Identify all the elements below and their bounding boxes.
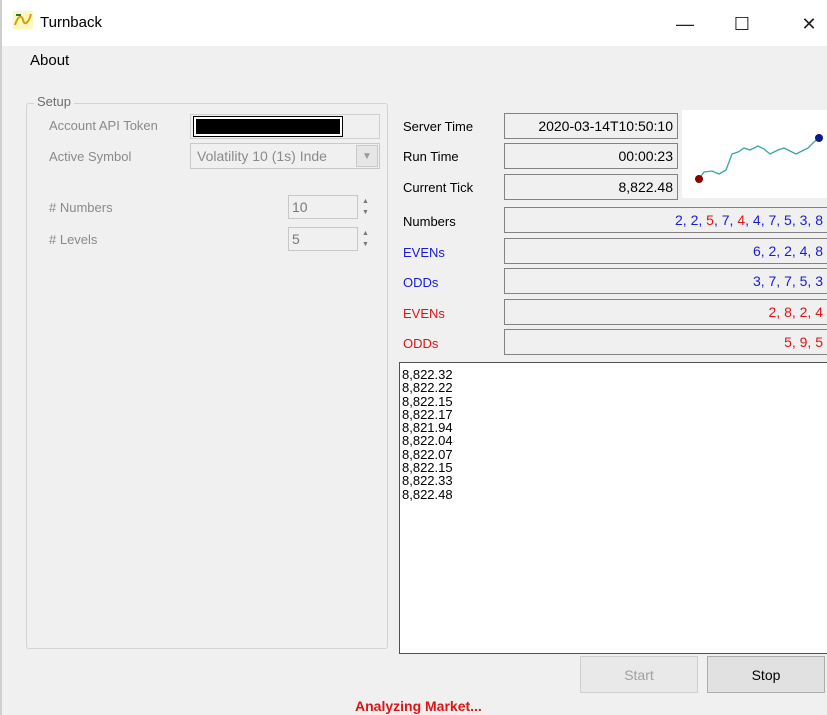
run-time-field: 00:00:23: [504, 143, 678, 169]
odds-red-label: ODDs: [403, 336, 439, 351]
stop-button[interactable]: Stop: [707, 656, 825, 693]
evens-red-field: 2, 8, 2, 4: [504, 299, 827, 325]
numbers-label: Numbers: [403, 214, 456, 229]
symbol-label: Active Symbol: [49, 149, 132, 164]
levels-count-label: # Levels: [49, 232, 98, 247]
numbers-stepper-arrows-icon[interactable]: ▲ ▼: [357, 196, 373, 218]
sparkline-end-point: [815, 134, 823, 142]
list-item: 8,822.04: [402, 433, 453, 449]
number-digit: 4: [752, 212, 761, 228]
minimize-icon: —: [676, 13, 694, 34]
maximize-button[interactable]: ☐: [719, 8, 765, 40]
tick-log-list[interactable]: 8,822.32 8,822.22 8,822.15 8,822.17 8,82…: [399, 362, 827, 654]
odds-blue-label: ODDs: [403, 275, 439, 290]
levels-stepper-arrows-icon[interactable]: ▲ ▼: [357, 228, 373, 250]
levels-stepper-value: 5: [292, 231, 300, 247]
close-icon: ✕: [801, 13, 817, 34]
list-item: 8,822.48: [402, 486, 453, 502]
token-label: Account API Token: [49, 118, 158, 133]
number-digit: 2: [675, 212, 683, 228]
number-digit: 4: [737, 212, 746, 228]
list-item: 8,822.17: [402, 406, 453, 422]
minimize-button[interactable]: —: [662, 8, 708, 40]
list-item: 8,822.22: [402, 380, 453, 396]
number-digit: 5: [784, 212, 792, 228]
list-item: 8,822.15: [402, 460, 453, 476]
sparkline-start-point: [695, 175, 703, 183]
close-button[interactable]: ✕: [786, 8, 827, 40]
setup-legend: Setup: [34, 94, 74, 109]
menu-item-about[interactable]: About: [30, 52, 69, 69]
odds-blue-field: 3, 7, 7, 5, 3: [504, 268, 827, 294]
current-tick-field: 8,822.48: [504, 174, 678, 200]
window-title: Turnback: [40, 14, 102, 31]
numbers-count-label: # Numbers: [49, 200, 113, 215]
list-item: 8,822.15: [402, 393, 453, 409]
list-item: 8,821.94: [402, 420, 453, 436]
numbers-digit-list: 2, 2, 5, 7, 4, 4, 7, 5, 3, 8: [675, 212, 823, 228]
evens-red-label: EVENs: [403, 306, 445, 321]
digit-separator: ,: [745, 212, 753, 228]
app-logo-icon: [13, 11, 33, 29]
run-time-label: Run Time: [403, 149, 459, 164]
current-tick-label: Current Tick: [403, 180, 474, 195]
odds-red-field: 5, 9, 5: [504, 329, 827, 355]
digit-separator: ,: [791, 212, 800, 228]
server-time-label: Server Time: [403, 119, 474, 134]
tick-sparkline: [682, 110, 827, 198]
numbers-field: 2, 2, 5, 7, 4, 4, 7, 5, 3, 8: [504, 207, 827, 233]
number-digit: 5: [706, 212, 714, 228]
redacted-token-bar: [193, 116, 343, 137]
number-digit: 7: [721, 212, 730, 228]
setup-group: [26, 103, 388, 649]
numbers-stepper-value: 10: [292, 199, 308, 215]
evens-blue-label: EVENs: [403, 245, 445, 260]
list-item: 8,822.32: [402, 367, 453, 382]
number-digit: 8: [815, 212, 823, 228]
digit-separator: ,: [698, 212, 707, 228]
server-time-field: 2020-03-14T10:50:10: [504, 113, 678, 139]
digit-separator: ,: [776, 212, 785, 228]
symbol-select-value: Volatility 10 (1s) Inde: [197, 148, 327, 164]
maximize-icon: ☐: [733, 13, 751, 34]
status-text: Analyzing Market...: [355, 698, 482, 714]
chevron-down-icon[interactable]: ▼: [356, 145, 378, 167]
evens-blue-field: 6, 2, 2, 4, 8: [504, 238, 827, 264]
digit-separator: ,: [713, 212, 722, 228]
sparkline-series: [698, 137, 820, 180]
list-item: 8,822.07: [402, 446, 453, 462]
list-item: 8,822.33: [402, 473, 453, 489]
menu-bar: [2, 46, 827, 74]
start-button[interactable]: Start: [580, 656, 698, 693]
digit-separator: ,: [682, 212, 691, 228]
